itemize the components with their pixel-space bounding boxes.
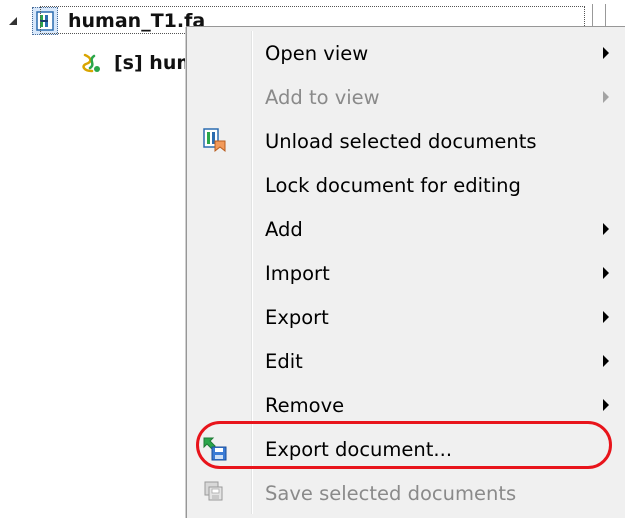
menu-item-label: Open view <box>265 41 369 65</box>
submenu-arrow-icon <box>603 399 609 411</box>
menu-item-import[interactable]: Import <box>187 251 625 295</box>
menu-item-label: Unload selected documents <box>265 129 537 153</box>
context-menu-items: Open view Add to view Unload selected do… <box>187 31 625 515</box>
menu-item-label: Export <box>265 305 329 329</box>
menu-item-label: Add to view <box>265 85 380 109</box>
menu-item-label: Remove <box>265 393 345 417</box>
menu-item-export[interactable]: Export <box>187 295 625 339</box>
submenu-arrow-icon <box>603 47 609 59</box>
menu-item-remove[interactable]: Remove <box>187 383 625 427</box>
menu-item-label: Lock document for editing <box>265 173 521 197</box>
menu-item-add-to-view[interactable]: Add to view <box>187 75 625 119</box>
menu-item-open-view[interactable]: Open view <box>187 31 625 75</box>
submenu-arrow-icon <box>603 311 609 323</box>
menu-item-label: Edit <box>265 349 303 373</box>
menu-item-add[interactable]: Add <box>187 207 625 251</box>
menu-item-export-document[interactable]: Export document... <box>187 427 625 471</box>
menu-item-edit[interactable]: Edit <box>187 339 625 383</box>
panel-scroll-edge <box>592 4 606 28</box>
menu-item-label: Save selected documents <box>265 481 517 505</box>
submenu-arrow-icon <box>603 91 609 103</box>
tree-child-row[interactable]: [s] hum <box>80 50 196 76</box>
tree-child-label: [s] hum <box>114 52 197 74</box>
export-document-icon <box>203 437 227 461</box>
tree-expand-arrow-icon[interactable] <box>6 14 20 28</box>
submenu-arrow-icon <box>603 223 609 235</box>
submenu-arrow-icon <box>603 355 609 367</box>
menu-item-label: Add <box>265 217 303 241</box>
context-menu: Open view Add to view Unload selected do… <box>186 26 625 518</box>
sequence-object-icon <box>82 53 100 73</box>
menu-item-label: Import <box>265 261 330 285</box>
submenu-arrow-icon <box>603 267 609 279</box>
unload-documents-icon <box>203 128 226 153</box>
menu-item-save-selected-documents[interactable]: Save selected documents <box>187 471 625 515</box>
menu-item-lock-document[interactable]: Lock document for editing <box>187 163 625 207</box>
save-documents-icon <box>204 481 223 501</box>
menu-item-unload-selected-documents[interactable]: Unload selected documents <box>187 119 625 163</box>
menu-item-label: Export document... <box>265 437 453 461</box>
